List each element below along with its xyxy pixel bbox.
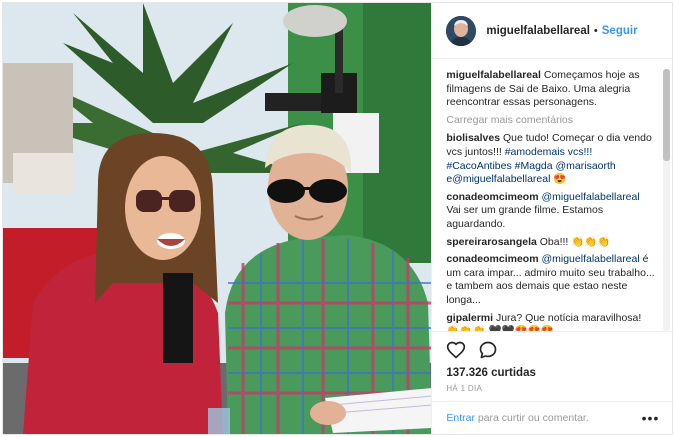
- login-prompt: Entrar para curtir ou comentar.: [446, 412, 588, 424]
- comment-username[interactable]: biolisalves: [446, 132, 500, 144]
- caption: miguelfalabellareal Começamos hoje as fi…: [446, 69, 656, 110]
- post-timestamp[interactable]: HÁ 1 DIA: [446, 384, 659, 393]
- avatar-image: [446, 15, 477, 46]
- login-prompt-text: para curtir ou comentar.: [474, 412, 589, 424]
- photo-illustration: [3, 3, 432, 434]
- comments-scrollbar[interactable]: [663, 69, 670, 331]
- login-link[interactable]: Entrar: [446, 412, 475, 424]
- comment-mention[interactable]: @miguelfalabellareal: [541, 191, 639, 203]
- comment-text: Oba!!! 👏👏👏: [539, 235, 611, 248]
- likes-count[interactable]: 137.326 curtidas: [446, 367, 659, 379]
- more-options-icon[interactable]: •••: [642, 410, 660, 426]
- instagram-post-window: miguelfalabellareal • Seguir miguelfalab…: [2, 2, 674, 435]
- add-comment-bar: Entrar para curtir ou comentar. •••: [432, 401, 674, 434]
- post-photo[interactable]: [3, 3, 432, 434]
- list-item: conadeomcimeom @miguelfalabellareal Vai …: [446, 191, 656, 232]
- list-item: spereirarosangela Oba!!! 👏👏👏: [446, 236, 656, 250]
- comment-username[interactable]: conadeomcimeom: [446, 191, 538, 203]
- comment-username[interactable]: conadeomcimeom: [446, 253, 538, 265]
- comment-username[interactable]: spereirarosangela: [446, 236, 536, 248]
- caption-username[interactable]: miguelfalabellareal: [446, 69, 541, 81]
- post-actions: 137.326 curtidas HÁ 1 DIA: [432, 331, 674, 401]
- scrollbar-thumb[interactable]: [663, 69, 670, 161]
- separator-dot: •: [593, 24, 598, 37]
- comment-bubble-icon[interactable]: [478, 340, 498, 360]
- follow-button[interactable]: Seguir: [602, 25, 638, 37]
- header-username[interactable]: miguelfalabellareal: [486, 25, 590, 37]
- list-item: biolisalves Que tudo! Começar o dia vend…: [446, 132, 656, 186]
- comment-username[interactable]: gipalermi: [446, 312, 493, 324]
- heart-icon[interactable]: [446, 340, 466, 360]
- action-icons: [446, 338, 659, 362]
- list-item: conadeomcimeom @miguelfalabellareal é um…: [446, 253, 656, 307]
- post-header: miguelfalabellareal • Seguir: [432, 3, 672, 59]
- avatar[interactable]: [446, 15, 477, 46]
- load-more-comments-link[interactable]: Carregar mais comentários: [446, 114, 656, 128]
- comments-list[interactable]: miguelfalabellareal Começamos hoje as fi…: [432, 65, 664, 331]
- comment-text: Vai ser um grande filme. Estamos aguarda…: [446, 204, 604, 230]
- list-item: gipalermi Jura? Que notícia maravilhosa!…: [446, 312, 656, 332]
- comment-mention[interactable]: @miguelfalabellareal: [541, 253, 639, 265]
- post-side-panel: miguelfalabellareal • Seguir miguelfalab…: [431, 3, 674, 434]
